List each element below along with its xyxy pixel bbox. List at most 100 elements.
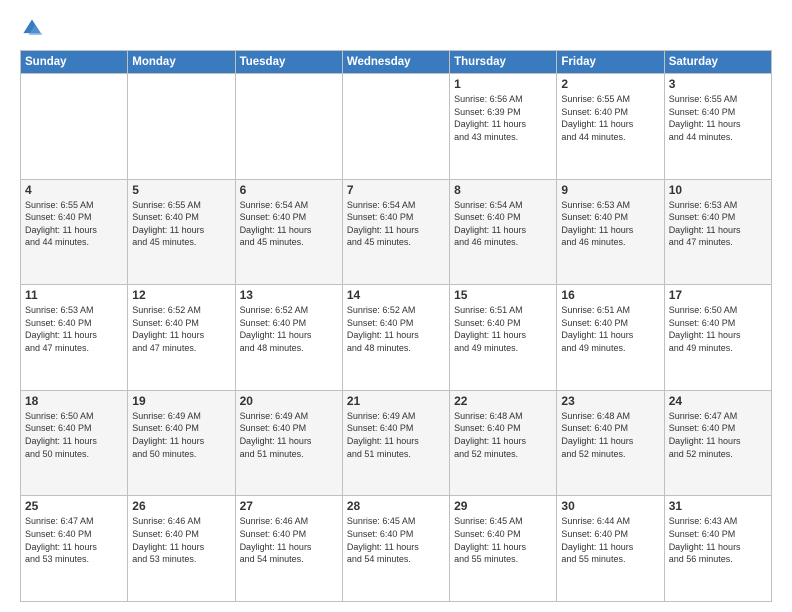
calendar-cell: 30Sunrise: 6:44 AM Sunset: 6:40 PM Dayli…	[557, 496, 664, 602]
day-info: Sunrise: 6:48 AM Sunset: 6:40 PM Dayligh…	[454, 410, 552, 460]
day-info: Sunrise: 6:53 AM Sunset: 6:40 PM Dayligh…	[669, 199, 767, 249]
day-number: 5	[132, 183, 230, 197]
calendar-cell: 2 Sunrise: 6:55 AM Sunset: 6:40 PM Daylig…	[557, 74, 664, 180]
calendar-week-row: 18 Sunrise: 6:50 AM Sunset: 6:40 PM Dayli…	[21, 390, 772, 496]
day-number: 27	[240, 499, 338, 513]
calendar-cell: 5Sunrise: 6:55 AM Sunset: 6:40 PM Daylig…	[128, 179, 235, 285]
calendar-cell: 25 Sunrise: 6:47 AM Sunset: 6:40 PM Dayli…	[21, 496, 128, 602]
day-number: 28	[347, 499, 445, 513]
weekday-header: Thursday	[450, 51, 557, 74]
day-number: 20	[240, 394, 338, 408]
day-number: 16	[561, 288, 659, 302]
calendar-cell: 19 Sunrise: 6:49 AM Sunset: 6:40 PM Dayli…	[128, 390, 235, 496]
day-info: Sunrise: 6:47 AM Sunset: 6:40 PM Dayligh…	[669, 410, 767, 460]
calendar-cell: 8 Sunrise: 6:54 AM Sunset: 6:40 PM Daylig…	[450, 179, 557, 285]
calendar-cell	[342, 74, 449, 180]
day-info: Sunrise: 6:55 AM Sunset: 6:40 PM Dayligh…	[561, 93, 659, 143]
day-info: Sunrise: 6:53 AM Sunset: 6:40 PM Dayligh…	[561, 199, 659, 249]
day-info: Sunrise: 6:49 AM Sunset: 6:40 PM Dayligh…	[347, 410, 445, 460]
day-number: 9	[561, 183, 659, 197]
day-number: 10	[669, 183, 767, 197]
day-number: 31	[669, 499, 767, 513]
calendar-cell: 28 Sunrise: 6:45 AM Sunset: 6:40 PM Dayli…	[342, 496, 449, 602]
day-number: 23	[561, 394, 659, 408]
weekday-header: Friday	[557, 51, 664, 74]
calendar-cell: 18 Sunrise: 6:50 AM Sunset: 6:40 PM Dayli…	[21, 390, 128, 496]
day-number: 18	[25, 394, 123, 408]
day-info: Sunrise: 6:54 AM Sunset: 6:40 PM Dayligh…	[454, 199, 552, 249]
calendar-cell: 11Sunrise: 6:53 AM Sunset: 6:40 PM Dayli…	[21, 285, 128, 391]
calendar-cell: 20 Sunrise: 6:49 AM Sunset: 6:40 PM Dayli…	[235, 390, 342, 496]
calendar-cell: 21 Sunrise: 6:49 AM Sunset: 6:40 PM Dayli…	[342, 390, 449, 496]
day-info: Sunrise: 6:44 AM Sunset: 6:40 PM Dayligh…	[561, 515, 659, 565]
day-number: 1	[454, 77, 552, 91]
day-info: Sunrise: 6:51 AM Sunset: 6:40 PM Dayligh…	[561, 304, 659, 354]
day-number: 21	[347, 394, 445, 408]
calendar-cell: 6Sunrise: 6:54 AM Sunset: 6:40 PM Daylig…	[235, 179, 342, 285]
calendar-cell: 12 Sunrise: 6:52 AM Sunset: 6:40 PM Dayli…	[128, 285, 235, 391]
day-number: 6	[240, 183, 338, 197]
day-number: 12	[132, 288, 230, 302]
day-info: Sunrise: 6:54 AM Sunset: 6:40 PM Dayligh…	[347, 199, 445, 249]
logo	[20, 16, 48, 40]
day-info: Sunrise: 6:55 AM Sunset: 6:40 PM Dayligh…	[669, 93, 767, 143]
day-number: 8	[454, 183, 552, 197]
weekday-header: Wednesday	[342, 51, 449, 74]
calendar-cell: 26Sunrise: 6:46 AM Sunset: 6:40 PM Dayli…	[128, 496, 235, 602]
day-info: Sunrise: 6:48 AM Sunset: 6:40 PM Dayligh…	[561, 410, 659, 460]
day-number: 17	[669, 288, 767, 302]
day-number: 25	[25, 499, 123, 513]
day-number: 26	[132, 499, 230, 513]
day-info: Sunrise: 6:52 AM Sunset: 6:40 PM Dayligh…	[347, 304, 445, 354]
calendar-cell: 4 Sunrise: 6:55 AM Sunset: 6:40 PM Daylig…	[21, 179, 128, 285]
calendar-cell: 17Sunrise: 6:50 AM Sunset: 6:40 PM Dayli…	[664, 285, 771, 391]
day-info: Sunrise: 6:47 AM Sunset: 6:40 PM Dayligh…	[25, 515, 123, 565]
day-info: Sunrise: 6:49 AM Sunset: 6:40 PM Dayligh…	[240, 410, 338, 460]
day-info: Sunrise: 6:46 AM Sunset: 6:40 PM Dayligh…	[240, 515, 338, 565]
day-number: 4	[25, 183, 123, 197]
page: SundayMondayTuesdayWednesdayThursdayFrid…	[0, 0, 792, 612]
calendar-cell: 15 Sunrise: 6:51 AM Sunset: 6:40 PM Dayli…	[450, 285, 557, 391]
calendar-cell: 24 Sunrise: 6:47 AM Sunset: 6:40 PM Dayli…	[664, 390, 771, 496]
calendar-cell	[128, 74, 235, 180]
day-number: 15	[454, 288, 552, 302]
weekday-header: Monday	[128, 51, 235, 74]
calendar-week-row: 25 Sunrise: 6:47 AM Sunset: 6:40 PM Dayli…	[21, 496, 772, 602]
calendar-week-row: 11Sunrise: 6:53 AM Sunset: 6:40 PM Dayli…	[21, 285, 772, 391]
calendar-cell: 3Sunrise: 6:55 AM Sunset: 6:40 PM Daylig…	[664, 74, 771, 180]
calendar-cell: 1 Sunrise: 6:56 AM Sunset: 6:39 PM Daylig…	[450, 74, 557, 180]
day-number: 7	[347, 183, 445, 197]
calendar-cell: 10 Sunrise: 6:53 AM Sunset: 6:40 PM Dayli…	[664, 179, 771, 285]
day-info: Sunrise: 6:45 AM Sunset: 6:40 PM Dayligh…	[454, 515, 552, 565]
calendar-cell: 31 Sunrise: 6:43 AM Sunset: 6:40 PM Dayli…	[664, 496, 771, 602]
day-number: 29	[454, 499, 552, 513]
day-info: Sunrise: 6:53 AM Sunset: 6:40 PM Dayligh…	[25, 304, 123, 354]
day-info: Sunrise: 6:43 AM Sunset: 6:40 PM Dayligh…	[669, 515, 767, 565]
day-info: Sunrise: 6:56 AM Sunset: 6:39 PM Dayligh…	[454, 93, 552, 143]
day-number: 13	[240, 288, 338, 302]
day-info: Sunrise: 6:51 AM Sunset: 6:40 PM Dayligh…	[454, 304, 552, 354]
calendar-cell	[235, 74, 342, 180]
calendar-cell: 14Sunrise: 6:52 AM Sunset: 6:40 PM Dayli…	[342, 285, 449, 391]
day-number: 2	[561, 77, 659, 91]
calendar-week-row: 1 Sunrise: 6:56 AM Sunset: 6:39 PM Daylig…	[21, 74, 772, 180]
calendar-cell: 13 Sunrise: 6:52 AM Sunset: 6:40 PM Dayli…	[235, 285, 342, 391]
day-number: 19	[132, 394, 230, 408]
calendar-cell: 7 Sunrise: 6:54 AM Sunset: 6:40 PM Daylig…	[342, 179, 449, 285]
day-number: 24	[669, 394, 767, 408]
day-info: Sunrise: 6:52 AM Sunset: 6:40 PM Dayligh…	[132, 304, 230, 354]
calendar-cell: 9 Sunrise: 6:53 AM Sunset: 6:40 PM Daylig…	[557, 179, 664, 285]
calendar-table: SundayMondayTuesdayWednesdayThursdayFrid…	[20, 50, 772, 602]
calendar-cell	[21, 74, 128, 180]
header	[20, 16, 772, 40]
day-info: Sunrise: 6:52 AM Sunset: 6:40 PM Dayligh…	[240, 304, 338, 354]
weekday-header: Saturday	[664, 51, 771, 74]
calendar-cell: 22Sunrise: 6:48 AM Sunset: 6:40 PM Dayli…	[450, 390, 557, 496]
calendar-cell: 16 Sunrise: 6:51 AM Sunset: 6:40 PM Dayli…	[557, 285, 664, 391]
day-info: Sunrise: 6:49 AM Sunset: 6:40 PM Dayligh…	[132, 410, 230, 460]
day-info: Sunrise: 6:45 AM Sunset: 6:40 PM Dayligh…	[347, 515, 445, 565]
calendar-cell: 29 Sunrise: 6:45 AM Sunset: 6:40 PM Dayli…	[450, 496, 557, 602]
day-info: Sunrise: 6:55 AM Sunset: 6:40 PM Dayligh…	[25, 199, 123, 249]
calendar-header-row: SundayMondayTuesdayWednesdayThursdayFrid…	[21, 51, 772, 74]
day-info: Sunrise: 6:50 AM Sunset: 6:40 PM Dayligh…	[25, 410, 123, 460]
